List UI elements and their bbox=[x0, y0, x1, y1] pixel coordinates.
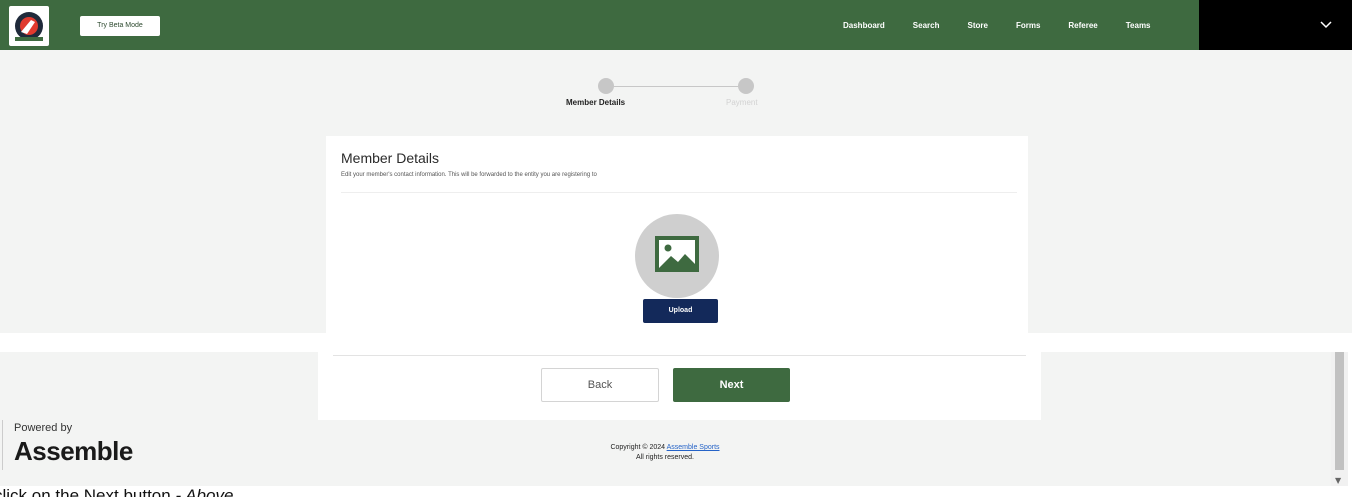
step-dot-member-details bbox=[598, 78, 614, 94]
image-placeholder-icon bbox=[655, 236, 699, 272]
actions-divider bbox=[333, 355, 1026, 356]
nav-store[interactable]: Store bbox=[967, 21, 987, 30]
chevron-down-icon bbox=[1320, 21, 1332, 29]
screenshot-bottom: Back Next Powered by Assemble Copyright … bbox=[0, 352, 1331, 486]
caption-suffix: - Above bbox=[170, 486, 234, 497]
powered-by-label: Powered by bbox=[14, 422, 73, 434]
caption-text: click on the Next button bbox=[0, 486, 171, 497]
instruction-caption: click on the Next button - Above bbox=[0, 486, 233, 497]
main-nav: Dashboard Search Store Forms Referee Tea… bbox=[843, 0, 1179, 50]
card-divider bbox=[341, 192, 1017, 193]
back-button[interactable]: Back bbox=[541, 368, 659, 402]
step-label-payment: Payment bbox=[726, 98, 758, 107]
nav-teams[interactable]: Teams bbox=[1126, 21, 1151, 30]
screenshot-top: Try Beta Mode Dashboard Search Store For… bbox=[0, 0, 1352, 333]
next-button[interactable]: Next bbox=[673, 368, 790, 402]
nav-forms[interactable]: Forms bbox=[1016, 21, 1040, 30]
club-logo-icon bbox=[15, 12, 43, 41]
try-beta-mode-button[interactable]: Try Beta Mode bbox=[80, 16, 160, 36]
copyright-prefix: Copyright © 2024 bbox=[610, 444, 666, 451]
page-scrollbar-lower[interactable]: ▼ bbox=[1331, 352, 1348, 486]
member-details-card: Member Details Edit your member's contac… bbox=[326, 136, 1028, 333]
club-logo[interactable] bbox=[9, 6, 49, 46]
scrollbar-thumb-lower[interactable] bbox=[1335, 352, 1344, 470]
nav-referee[interactable]: Referee bbox=[1068, 21, 1097, 30]
step-connector bbox=[614, 86, 738, 87]
upload-button[interactable]: Upload bbox=[643, 299, 718, 323]
step-label-member-details: Member Details bbox=[566, 98, 626, 107]
step-dot-payment bbox=[738, 78, 754, 94]
registration-stepper: Member Details Payment bbox=[0, 74, 1352, 114]
nav-search[interactable]: Search bbox=[913, 21, 940, 30]
rights-text: All rights reserved. bbox=[636, 454, 694, 461]
card-subtitle: Edit your member's contact information. … bbox=[341, 172, 597, 178]
form-actions-card: Back Next bbox=[318, 352, 1041, 420]
scroll-down-icon[interactable]: ▼ bbox=[1335, 476, 1341, 485]
card-title: Member Details bbox=[341, 150, 440, 166]
assemble-sports-link[interactable]: Assemble Sports bbox=[667, 444, 720, 451]
avatar-placeholder bbox=[635, 214, 719, 298]
top-navbar: Try Beta Mode Dashboard Search Store For… bbox=[0, 0, 1352, 50]
profile-menu[interactable] bbox=[1199, 0, 1352, 50]
nav-dashboard[interactable]: Dashboard bbox=[843, 21, 885, 30]
copyright: Copyright © 2024 Assemble Sports All rig… bbox=[540, 443, 790, 463]
footer-left-rule bbox=[2, 420, 3, 470]
assemble-logo: Assemble bbox=[14, 436, 133, 466]
